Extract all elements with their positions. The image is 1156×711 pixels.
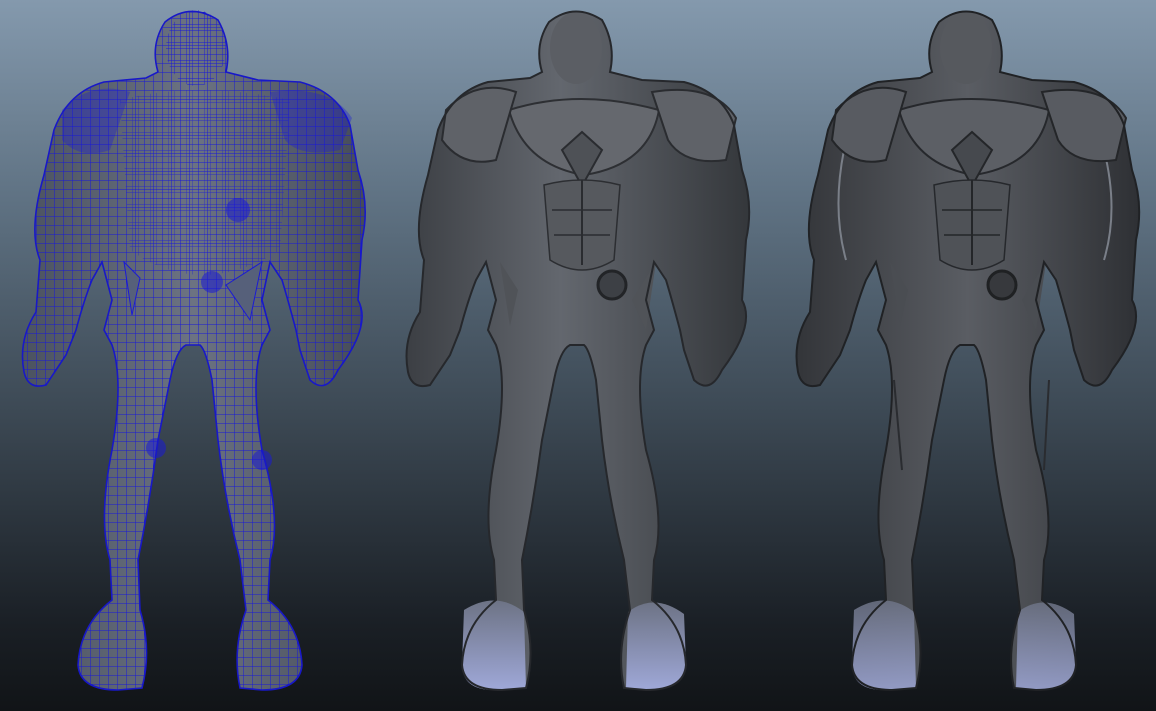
joint-node [252,450,272,470]
head [550,12,602,84]
boot-left [852,600,916,690]
detailed-model[interactable] [795,10,1141,691]
head-mesh [166,10,226,86]
3d-viewport[interactable] [0,0,1156,711]
wireframe-model[interactable] [21,10,367,691]
smooth-shaded-model[interactable] [405,10,751,691]
belt-turbine [986,269,1018,301]
torso-mesh [120,90,290,275]
boot-left [462,600,526,690]
belt-turbine [596,269,628,301]
boot-right [1016,602,1076,690]
viewport-scene [21,10,1141,691]
joint-node [226,198,250,222]
joint-node [201,271,223,293]
head [940,12,992,84]
boot-right [626,602,686,690]
